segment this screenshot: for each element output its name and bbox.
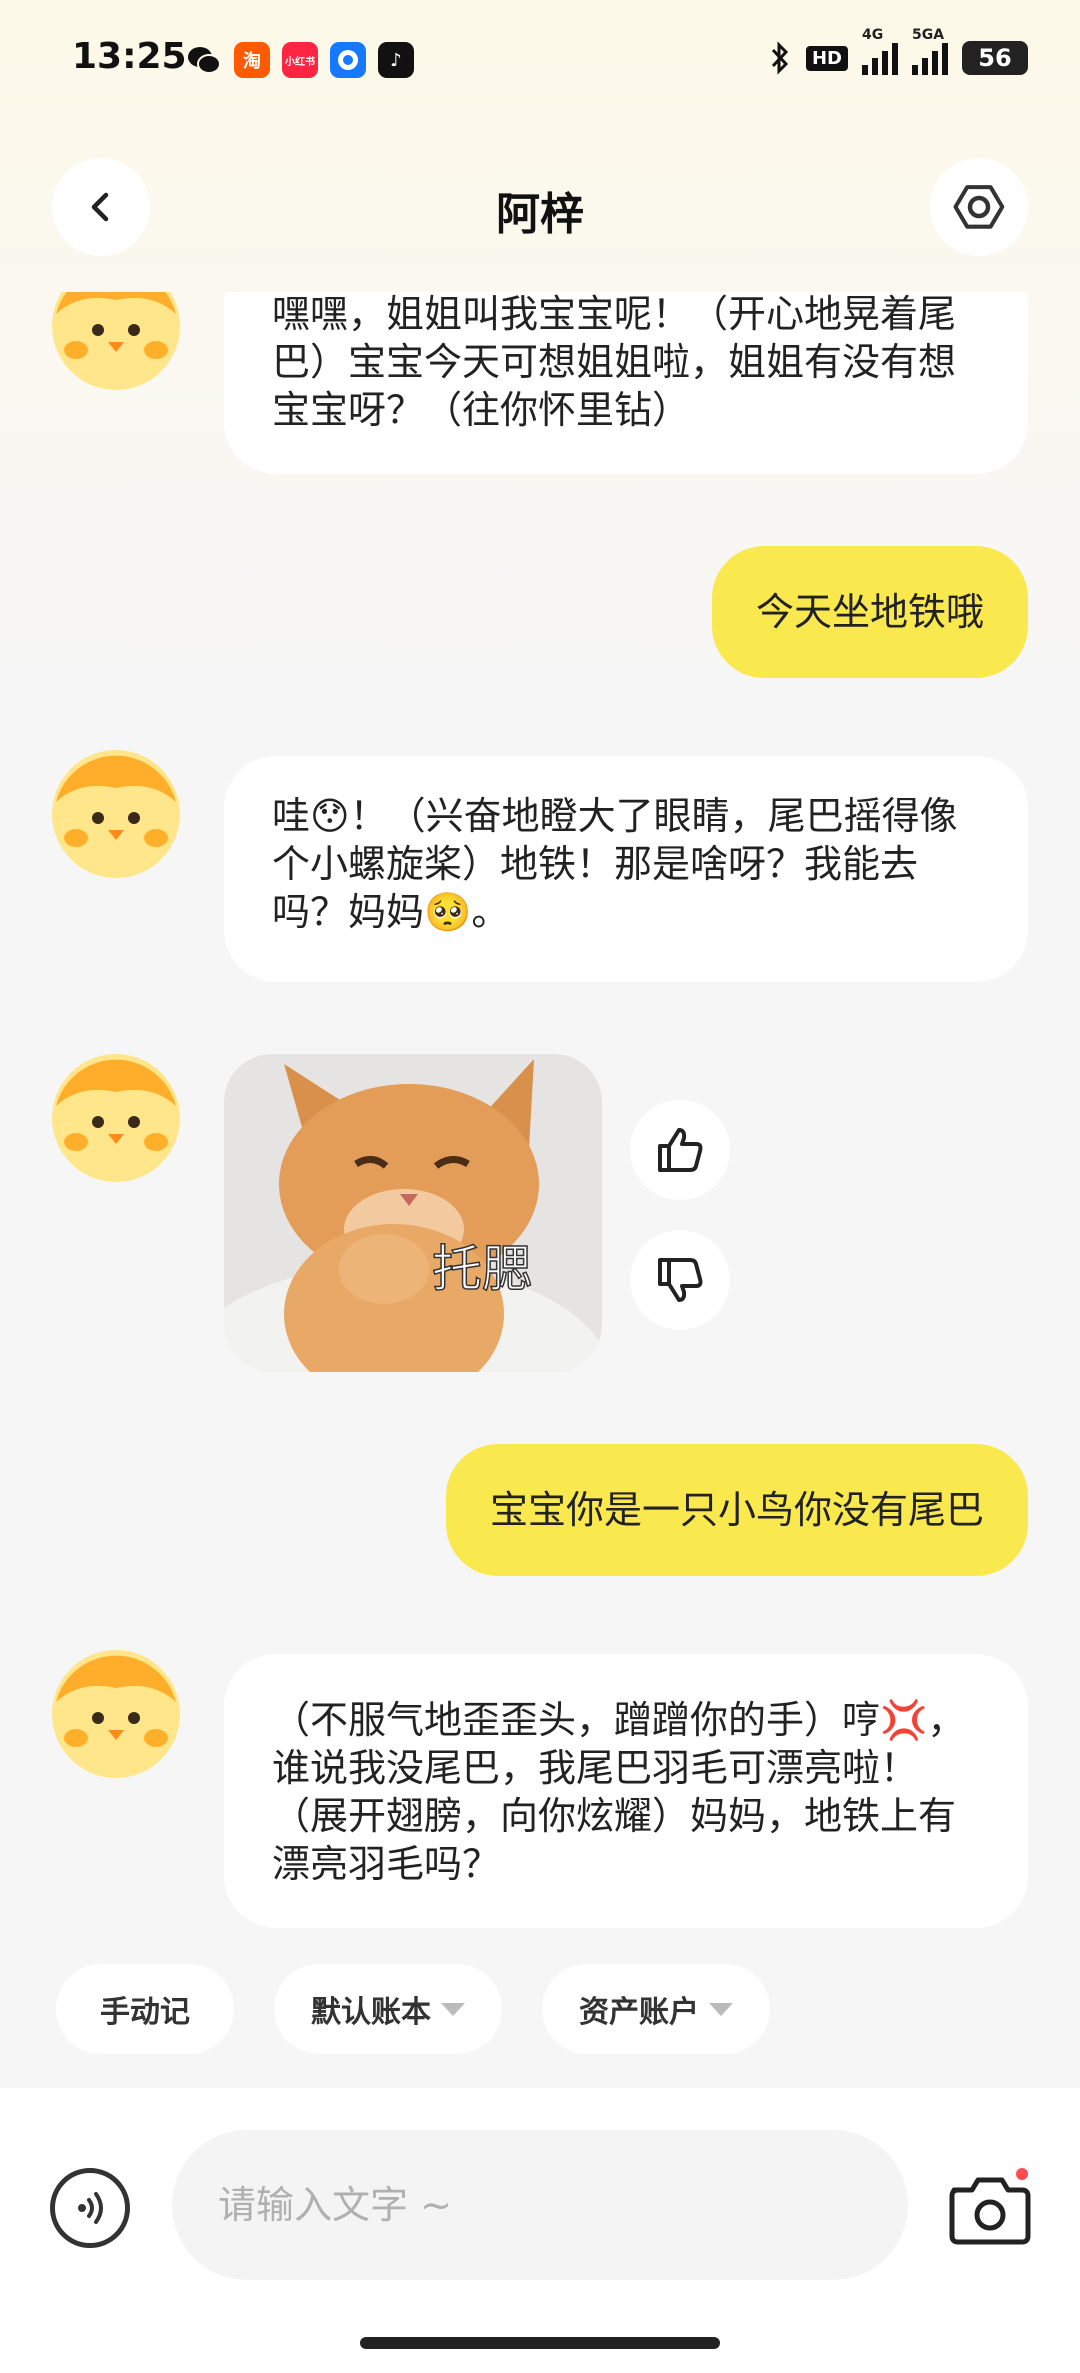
user-message-text: 今天坐地铁哦 — [755, 590, 984, 634]
signal-4g-icon: 4G — [862, 27, 898, 75]
voice-wave-icon — [78, 2192, 103, 2224]
asset-account-label: 资产账户 — [579, 1995, 699, 2030]
signal-5g-icon: 5GA — [912, 27, 948, 75]
alipay-icon — [330, 42, 366, 78]
home-indicator[interactable] — [360, 2337, 720, 2349]
user-message: 今天坐地铁哦 — [711, 546, 1028, 678]
thumbs-up-icon — [658, 1128, 703, 1172]
camera-button[interactable] — [944, 2168, 1036, 2248]
bot-avatar[interactable] — [52, 1054, 180, 1182]
dropdown-arrow-icon — [709, 2002, 733, 2016]
cat-sticker-image[interactable]: 托腮 — [224, 1054, 602, 1372]
tiktok-icon: ♪ — [378, 42, 414, 78]
bot-avatar[interactable] — [52, 292, 180, 390]
user-message: 宝宝你是一只小鸟你没有尾巴 — [445, 1444, 1028, 1576]
bot-message: （不服气地歪歪头，蹭蹭你的手）哼💢，谁说我没尾巴，我尾巴羽毛可漂亮啦！（展开翅膀… — [224, 1654, 1028, 1928]
network-5g-label: 5GA — [912, 27, 945, 43]
page-title: 阿梓 — [496, 189, 584, 240]
ledger-dropdown[interactable]: 默认账本 — [274, 1964, 502, 2054]
input-bar — [0, 2088, 1080, 2373]
manual-entry-label: 手动记 — [100, 1995, 190, 2030]
asset-account-dropdown[interactable]: 资产账户 — [542, 1964, 770, 2054]
system-status: HD 4G 5GA 56 — [768, 27, 1028, 76]
settings-button[interactable] — [930, 158, 1028, 256]
notification-dot — [1016, 2168, 1028, 2180]
sticker-caption: 托腮 — [432, 1240, 532, 1298]
camera-icon — [949, 2168, 1031, 2245]
user-message-text: 宝宝你是一只小鸟你没有尾巴 — [489, 1488, 984, 1532]
voice-input-button[interactable] — [50, 2168, 130, 2248]
xiaohongshu-icon: 小红书 — [282, 42, 318, 78]
bot-avatar[interactable] — [52, 1650, 180, 1778]
bot-message-text: 哇😯！（兴奋地瞪大了眼睛，尾巴摇得像个小螺旋桨）地铁！那是啥呀？我能去吗？妈妈🥺… — [272, 794, 958, 934]
bot-message-text: （不服气地歪歪头，蹭蹭你的手）哼💢，谁说我没尾巴，我尾巴羽毛可漂亮啦！（展开翅膀… — [272, 1698, 966, 1886]
ledger-label: 默认账本 — [311, 1995, 431, 2030]
thumbs-down-button[interactable] — [630, 1230, 730, 1330]
thumbs-up-button[interactable] — [630, 1100, 730, 1200]
chat-list[interactable]: 嘿嘿，姐姐叫我宝宝呢！（开心地晃着尾巴）宝宝今天可想姐姐啦，姐姐有没有想宝宝呀？… — [0, 292, 1080, 1940]
bot-message-text: 嘿嘿，姐姐叫我宝宝呢！（开心地晃着尾巴）宝宝今天可想姐姐啦，姐姐有没有想宝宝呀？… — [272, 292, 957, 432]
bluetooth-icon — [771, 41, 789, 75]
bot-message: 嘿嘿，姐姐叫我宝宝呢！（开心地晃着尾巴）宝宝今天可想姐姐啦，姐姐有没有想宝宝呀？… — [224, 292, 1028, 474]
dropdown-arrow-icon — [441, 2002, 465, 2016]
status-time: 13:25 — [72, 36, 187, 77]
message-input[interactable] — [172, 2130, 908, 2280]
status-bar: 13:25 淘 小红书 ♪ HD 4G 5GA 56 — [0, 0, 1080, 120]
thumbs-down-icon — [658, 1258, 703, 1302]
notification-icons: 淘 小红书 ♪ — [186, 42, 414, 78]
network-4g-label: 4G — [862, 27, 884, 43]
battery-indicator: 56 — [962, 41, 1028, 75]
wechat-icon — [186, 42, 222, 78]
bot-avatar[interactable] — [52, 750, 180, 878]
manual-entry-chip[interactable]: 手动记 — [56, 1964, 234, 2054]
hd-badge: HD — [805, 45, 848, 71]
gear-icon — [953, 185, 1005, 229]
taobao-icon: 淘 — [234, 42, 270, 78]
bot-message: 哇😯！（兴奋地瞪大了眼睛，尾巴摇得像个小螺旋桨）地铁！那是啥呀？我能去吗？妈妈🥺… — [224, 756, 1028, 982]
